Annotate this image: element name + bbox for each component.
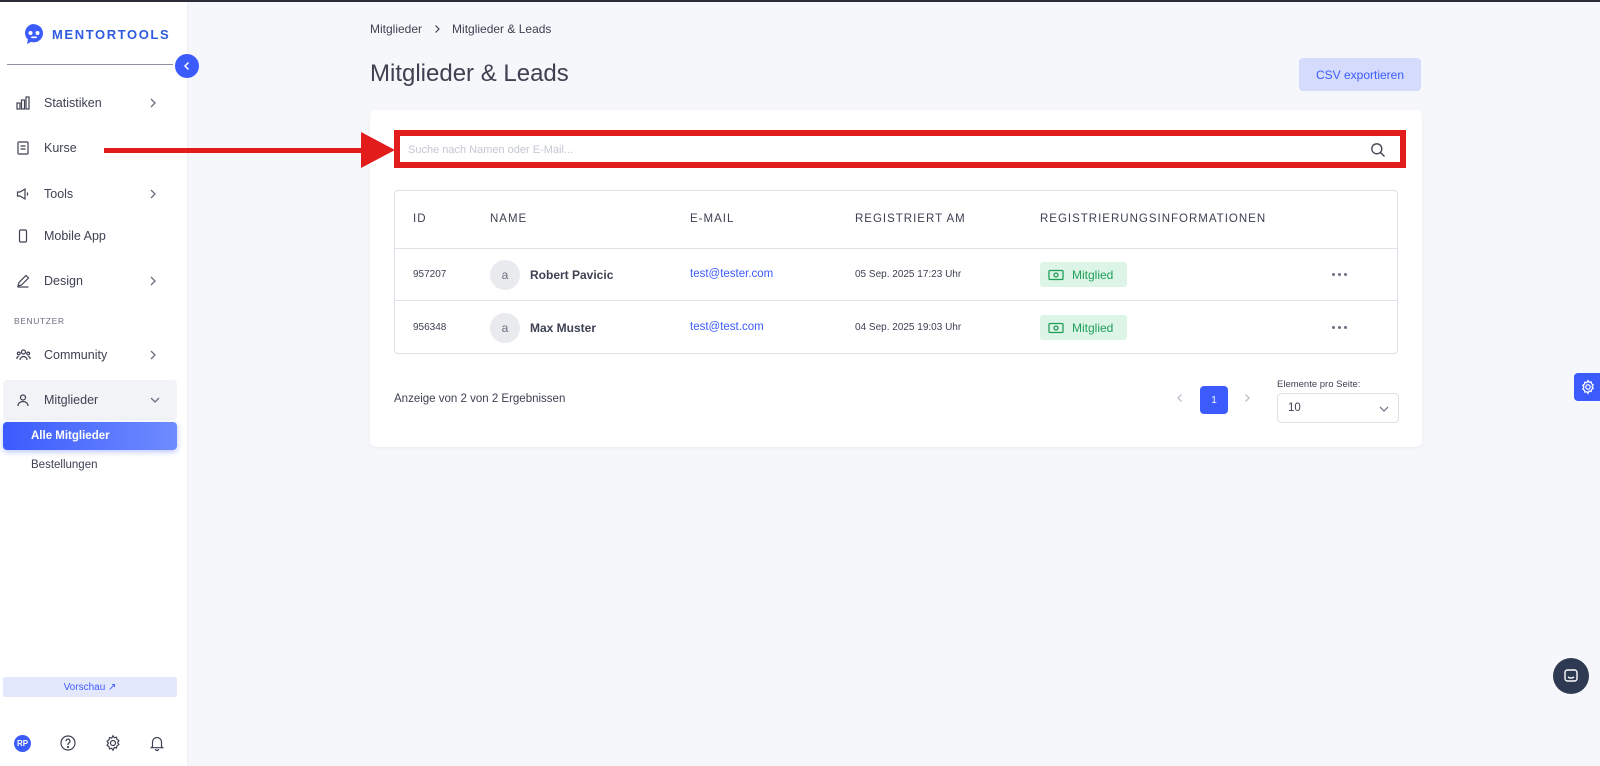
sidebar-item-statistiken[interactable]: Statistiken bbox=[0, 83, 188, 123]
registered-date: 04 Sep. 2025 19:03 Uhr bbox=[855, 322, 962, 333]
column-header-registered: REGISTRIERT AM bbox=[855, 213, 966, 225]
gear-icon[interactable] bbox=[104, 734, 122, 752]
search-input[interactable] bbox=[408, 141, 1368, 159]
mentortools-logo-icon bbox=[25, 24, 43, 44]
chevron-left-icon bbox=[183, 61, 190, 71]
status-badge-label: Mitglied bbox=[1072, 320, 1114, 335]
avatar: a bbox=[490, 313, 520, 343]
community-icon bbox=[15, 347, 31, 363]
column-header-id: ID bbox=[413, 213, 427, 225]
logo[interactable]: MENTORTOOLS bbox=[22, 22, 170, 46]
sidebar-footer: RP bbox=[0, 732, 188, 756]
members-card: ID NAME E-MAIL REGISTRIERT AM REGISTRIER… bbox=[370, 110, 1422, 447]
registered-date: 05 Sep. 2025 17:23 Uhr bbox=[855, 269, 962, 280]
row-actions-menu-icon[interactable] bbox=[1332, 322, 1350, 332]
chevron-right-icon bbox=[150, 189, 156, 199]
csv-export-button[interactable]: CSV exportieren bbox=[1299, 58, 1421, 91]
sidebar-subitem-alle-mitglieder[interactable]: Alle Mitglieder bbox=[3, 422, 177, 450]
sidebar-item-label: Statistiken bbox=[44, 96, 102, 110]
column-header-email: E-MAIL bbox=[690, 213, 735, 225]
sidebar: MENTORTOOLS Statistiken Kurse Tools Mobi… bbox=[0, 2, 188, 766]
user-avatar[interactable]: RP bbox=[14, 735, 31, 752]
chevron-left-icon[interactable] bbox=[1173, 391, 1187, 405]
members-table: ID NAME E-MAIL REGISTRIERT AM REGISTRIER… bbox=[394, 190, 1398, 354]
chevron-right-icon bbox=[150, 98, 156, 108]
table-row[interactable]: 956348 a Max Muster test@test.com 04 Sep… bbox=[395, 302, 1397, 354]
member-name[interactable]: Max Muster bbox=[530, 321, 596, 335]
status-badge: Mitglied bbox=[1040, 262, 1127, 287]
chevron-right-icon bbox=[150, 276, 156, 286]
book-icon bbox=[15, 140, 31, 156]
chevron-right-icon bbox=[435, 25, 440, 33]
sidebar-item-mitglieder[interactable]: Mitglieder bbox=[3, 380, 177, 420]
avatar: a bbox=[490, 260, 520, 290]
sidebar-item-tools[interactable]: Tools bbox=[0, 174, 188, 214]
user-icon bbox=[15, 392, 31, 408]
per-page-select[interactable]: 10 bbox=[1277, 393, 1399, 423]
member-email[interactable]: test@test.com bbox=[690, 321, 764, 333]
logo-text: MENTORTOOLS bbox=[52, 26, 171, 42]
pagination-page-button[interactable]: 1 bbox=[1200, 386, 1228, 414]
search-field[interactable] bbox=[394, 130, 1406, 168]
page-title: Mitglieder & Leads bbox=[370, 60, 569, 87]
breadcrumb-item-mitglieder[interactable]: Mitglieder bbox=[370, 22, 422, 36]
breadcrumb: Mitglieder Mitglieder & Leads bbox=[370, 22, 551, 36]
row-actions-menu-icon[interactable] bbox=[1332, 269, 1350, 279]
breadcrumb-item-current: Mitglieder & Leads bbox=[452, 22, 552, 36]
preview-button[interactable]: Vorschau ↗ bbox=[3, 677, 177, 697]
sidebar-divider bbox=[7, 64, 173, 65]
money-icon bbox=[1048, 322, 1064, 333]
annotation-arrow-head bbox=[361, 132, 395, 168]
column-header-name: NAME bbox=[490, 213, 528, 225]
chat-icon bbox=[1564, 669, 1578, 682]
chevron-right-icon bbox=[150, 350, 156, 360]
pencil-icon bbox=[15, 273, 31, 289]
chevron-down-icon bbox=[150, 397, 160, 403]
table-row[interactable]: 957207 a Robert Pavicic test@tester.com … bbox=[395, 249, 1397, 301]
sidebar-item-design[interactable]: Design bbox=[0, 261, 188, 301]
gear-icon bbox=[1581, 379, 1595, 395]
member-email[interactable]: test@tester.com bbox=[690, 268, 773, 280]
bell-icon[interactable] bbox=[148, 734, 166, 752]
status-badge-label: Mitglied bbox=[1072, 267, 1114, 282]
sidebar-item-mobile-app[interactable]: Mobile App bbox=[0, 216, 188, 256]
chevron-right-icon[interactable] bbox=[1240, 391, 1254, 405]
chevron-down-icon bbox=[1379, 406, 1389, 412]
megaphone-icon bbox=[15, 186, 31, 202]
money-icon bbox=[1048, 269, 1064, 280]
sidebar-item-community[interactable]: Community bbox=[0, 335, 188, 375]
sidebar-section-label: BENUTZER bbox=[14, 316, 65, 326]
sidebar-item-label: Community bbox=[44, 348, 108, 362]
search-icon[interactable] bbox=[1370, 142, 1386, 158]
member-id: 957207 bbox=[413, 269, 447, 280]
per-page-label: Elemente pro Seite: bbox=[1277, 379, 1361, 390]
phone-icon bbox=[15, 228, 31, 244]
member-id: 956348 bbox=[413, 322, 447, 333]
sidebar-item-label: Kurse bbox=[44, 141, 77, 155]
help-icon[interactable] bbox=[59, 734, 77, 752]
column-header-registration-info: REGISTRIERUNGSINFORMATIONEN bbox=[1040, 213, 1267, 225]
per-page-value: 10 bbox=[1288, 402, 1301, 414]
table-header: ID NAME E-MAIL REGISTRIERT AM REGISTRIER… bbox=[395, 191, 1397, 249]
bar-chart-icon bbox=[15, 95, 31, 111]
sidebar-item-label: Mitglieder bbox=[44, 393, 99, 407]
sidebar-item-label: Mobile App bbox=[44, 229, 106, 243]
member-name[interactable]: Robert Pavicic bbox=[530, 268, 613, 282]
sidebar-subitem-bestellungen[interactable]: Bestellungen bbox=[31, 459, 98, 471]
sidebar-item-label: Tools bbox=[44, 187, 74, 201]
sidebar-collapse-button[interactable] bbox=[175, 54, 199, 78]
status-badge: Mitglied bbox=[1040, 315, 1127, 340]
sidebar-item-label: Design bbox=[44, 274, 83, 288]
floating-settings-button[interactable] bbox=[1574, 373, 1600, 401]
chat-launcher-button[interactable] bbox=[1553, 658, 1589, 694]
results-summary: Anzeige von 2 von 2 Ergebnissen bbox=[394, 393, 566, 405]
annotation-arrow-line bbox=[104, 148, 366, 153]
